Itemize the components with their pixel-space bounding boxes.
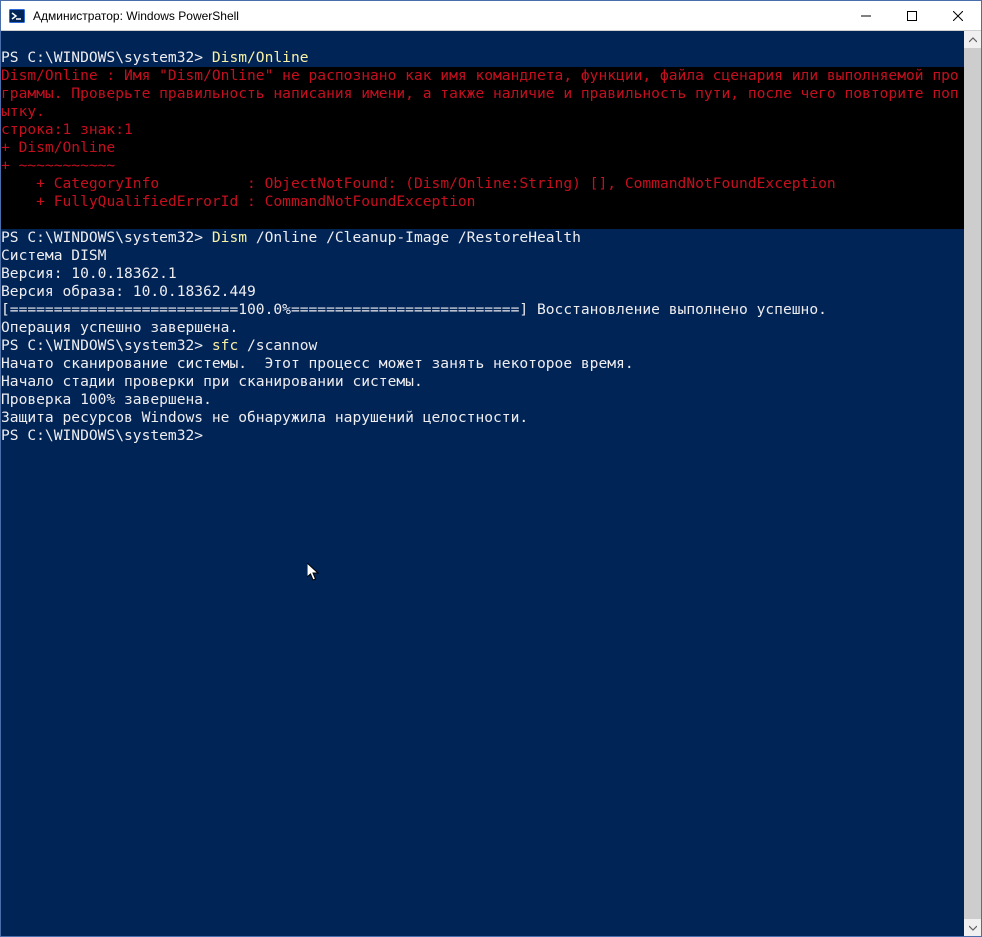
titlebar[interactable]: Администратор: Windows PowerShell [1,1,981,31]
output-line: Начало стадии проверки при сканировании … [1,373,964,391]
output-line: Проверка 100% завершена. [1,391,964,409]
ps-prompt: PS C:\WINDOWS\system32> [1,337,212,354]
output-line: Версия: 10.0.18362.1 [1,265,964,283]
output-line: Версия образа: 10.0.18362.449 [1,283,964,301]
error-line: + ~~~~~~~~~~~ [1,157,964,175]
command-args: /Online /Cleanup-Image /RestoreHealth [247,229,581,246]
powershell-window: Администратор: Windows PowerShell PS C:\… [0,0,982,937]
error-line: строка:1 знак:1 [1,121,964,139]
close-button[interactable] [935,1,981,31]
window-controls [843,1,981,31]
ps-prompt: PS C:\WINDOWS\system32> [1,427,212,444]
chevron-down-icon [969,925,977,931]
vertical-scrollbar[interactable] [964,31,981,936]
scroll-down-button[interactable] [964,919,981,936]
ps-prompt: PS C:\WINDOWS\system32> [1,229,212,246]
minimize-button[interactable] [843,1,889,31]
terminal-output[interactable]: PS C:\WINDOWS\system32> Dism/OnlineDism/… [1,31,964,936]
command-text: sfc [212,337,238,354]
chevron-up-icon [969,37,977,43]
output-line: [==========================100.0%=======… [1,301,964,319]
error-line: Dism/Online : Имя "Dism/Online" не распо… [1,67,964,121]
command-args: /scannow [238,337,317,354]
error-line: + FullyQualifiedErrorId : CommandNotFoun… [1,193,964,211]
error-line: + Dism/Online [1,139,964,157]
command-text: Dism/Online [212,49,309,66]
scroll-up-button[interactable] [964,31,981,48]
ps-prompt: PS C:\WINDOWS\system32> [1,49,212,66]
client-area: PS C:\WINDOWS\system32> Dism/OnlineDism/… [1,31,981,936]
output-line: Начато сканирование системы. Этот процес… [1,355,964,373]
maximize-button[interactable] [889,1,935,31]
output-line: Cистема DISM [1,247,964,265]
error-line: + CategoryInfo : ObjectNotFound: (Dism/O… [1,175,964,193]
error-block: Dism/Online : Имя "Dism/Online" не распо… [1,67,964,229]
command-text: Dism [212,229,247,246]
scroll-thumb[interactable] [964,48,981,919]
scroll-track[interactable] [964,48,981,919]
powershell-icon [7,6,27,26]
window-title: Администратор: Windows PowerShell [33,9,239,23]
error-line [1,211,964,229]
output-line: Операция успешно завершена. [1,319,964,337]
output-line: Защита ресурсов Windows не обнаружила на… [1,409,964,427]
